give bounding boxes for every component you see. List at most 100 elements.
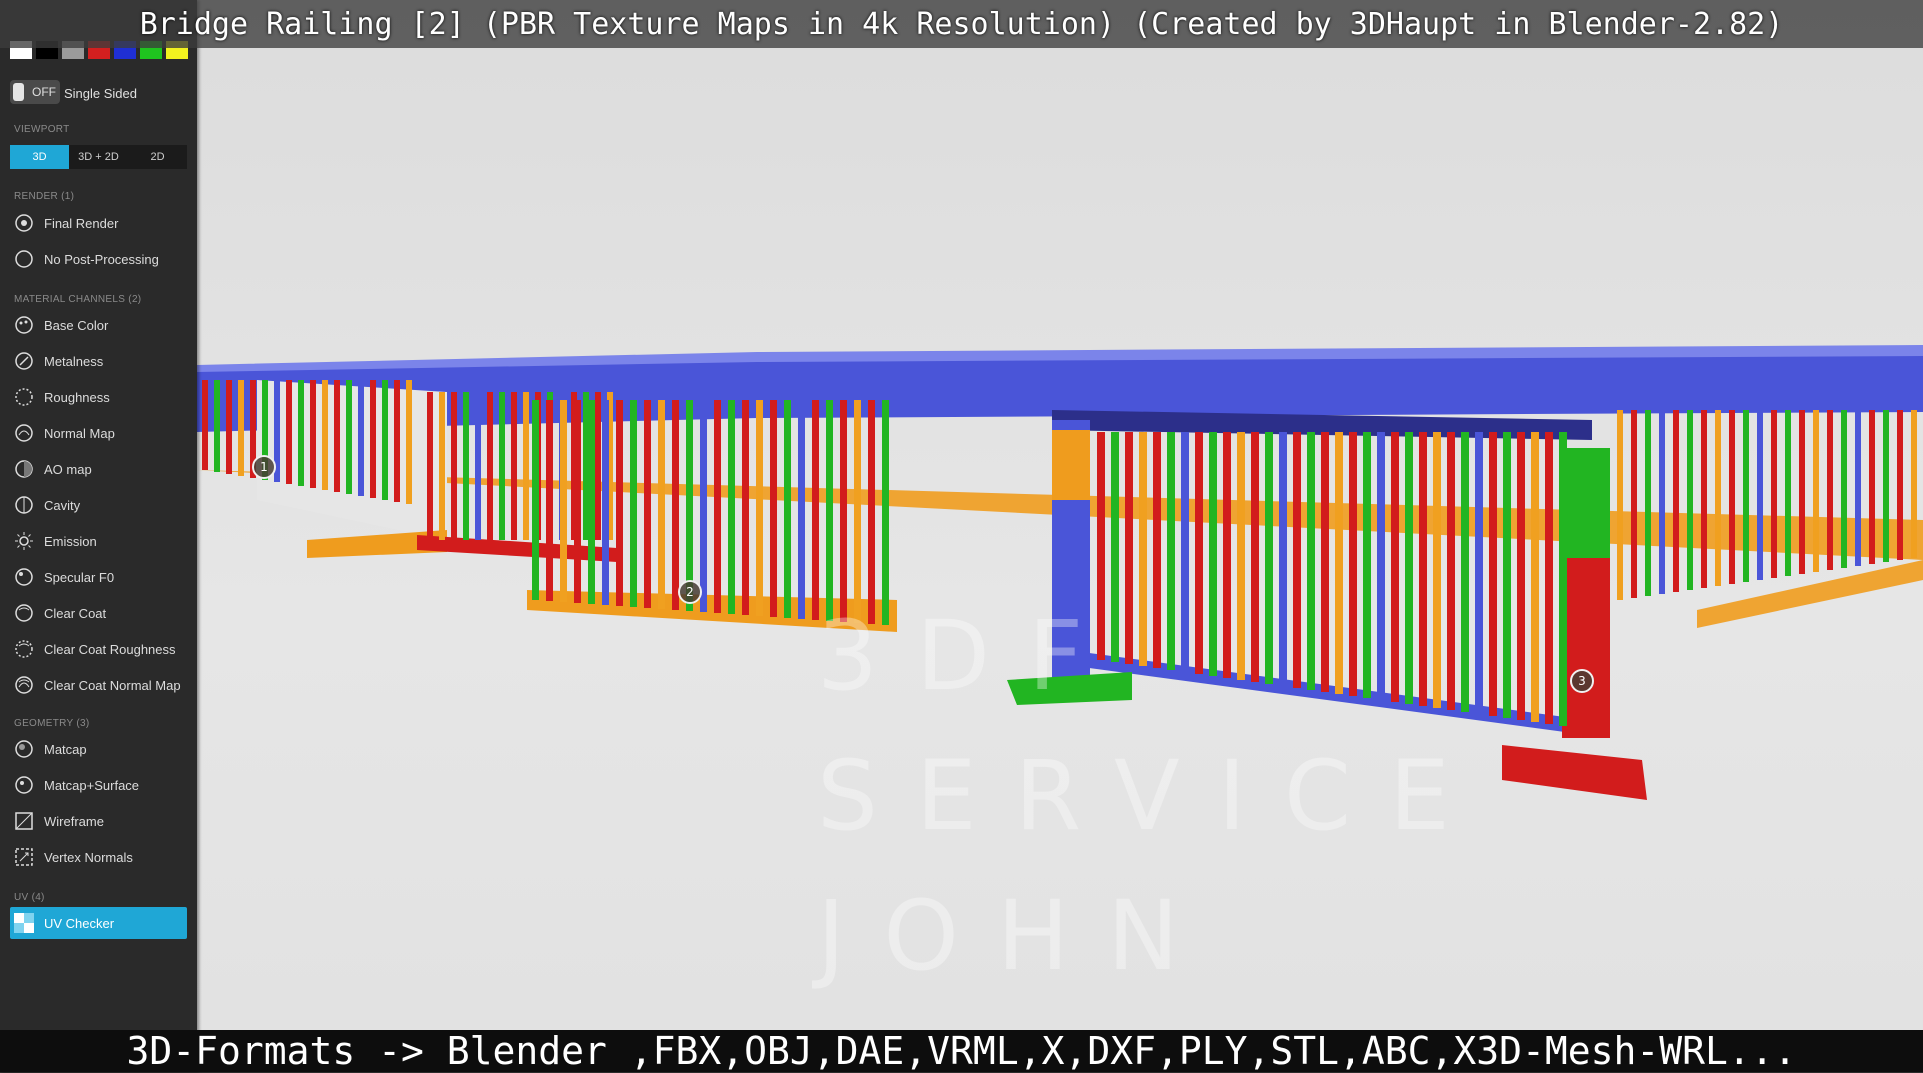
- watermark-line-1: 3DF: [817, 600, 1122, 712]
- railing-bar: [1617, 410, 1623, 600]
- wireframe-icon: [13, 810, 35, 832]
- railing-bar: [382, 380, 388, 500]
- railing-bar: [1251, 432, 1259, 682]
- single-sided-toggle[interactable]: OFF: [10, 80, 60, 104]
- render-final-render[interactable]: Final Render: [10, 209, 187, 237]
- vertex-normals-icon: [13, 846, 35, 868]
- railing-bar: [358, 380, 364, 496]
- material-clear-coat[interactable]: Clear Coat: [10, 599, 187, 627]
- viewport-3d-2d-button[interactable]: 3D + 2D: [69, 145, 128, 169]
- railing-bar: [1167, 432, 1175, 670]
- render-section-label: RENDER (1): [14, 191, 75, 202]
- palette-icon: [13, 314, 35, 336]
- railing-bar: [882, 400, 889, 625]
- watermark-line-3: JOHN: [817, 880, 1217, 992]
- annotation-hotspot-1[interactable]: 1: [252, 455, 276, 479]
- railing-bar: [346, 380, 352, 494]
- uv-checker[interactable]: UV Checker: [10, 907, 187, 939]
- railing-bar: [1729, 410, 1735, 584]
- video-title-caption: Bridge Railing [2] (PBR Texture Maps in …: [0, 0, 1923, 48]
- railing-bar: [1743, 410, 1749, 582]
- cavity-icon: [13, 494, 35, 516]
- material-base-color[interactable]: Base Color: [10, 311, 187, 339]
- railing-bar: [1209, 432, 1217, 676]
- annotation-hotspot-2[interactable]: 2: [678, 580, 702, 604]
- material-normal-map[interactable]: Normal Map: [10, 419, 187, 447]
- railing-bar: [1181, 432, 1189, 672]
- railing-bar: [1531, 432, 1539, 722]
- material-clear-coat-roughness[interactable]: Clear Coat Roughness: [10, 635, 187, 663]
- geometry-matcap[interactable]: Matcap: [10, 735, 187, 763]
- formats-caption-text: 3D-Formats -> Blender ,FBX,OBJ,DAE,VRML,…: [126, 1029, 1797, 1073]
- annotation-hotspot-3[interactable]: 3: [1570, 669, 1594, 693]
- geometry-matcap-surface[interactable]: Matcap+Surface: [10, 771, 187, 799]
- item-label: Normal Map: [44, 425, 115, 441]
- item-label: Clear Coat: [44, 605, 107, 621]
- normal-map-icon: [13, 422, 35, 444]
- viewport-mode-selector: 3D 3D + 2D 2D: [10, 145, 187, 169]
- railing-bar: [1125, 432, 1133, 664]
- railing-bar: [1545, 432, 1553, 724]
- material-metalness[interactable]: Metalness: [10, 347, 187, 375]
- geometry-wireframe[interactable]: Wireframe: [10, 807, 187, 835]
- railing-bar: [463, 392, 469, 540]
- railing-bar: [238, 380, 244, 476]
- ao-map-icon: [13, 458, 35, 480]
- item-label: Vertex Normals: [44, 849, 133, 865]
- geometry-vertex-normals[interactable]: Vertex Normals: [10, 843, 187, 871]
- railing-bar: [854, 400, 861, 623]
- railing-bar: [868, 400, 875, 624]
- railing-bar: [487, 392, 493, 540]
- railing-bar: [728, 400, 735, 614]
- item-label: Specular F0: [44, 569, 115, 585]
- railing-bar: [560, 400, 567, 602]
- railing-bar: [439, 392, 445, 540]
- material-roughness[interactable]: Roughness: [10, 383, 187, 411]
- material-clear-coat-normal-map[interactable]: Clear Coat Normal Map: [10, 671, 187, 699]
- material-emission[interactable]: Emission: [10, 527, 187, 555]
- model-inspector-panel: OFF Single Sided VIEWPORT 3D 3D + 2D 2D …: [0, 0, 197, 1072]
- railing-bar: [286, 380, 292, 484]
- item-label: UV Checker: [44, 915, 115, 931]
- railing-bar: [1645, 410, 1651, 596]
- railing-bar: [602, 400, 609, 605]
- single-sided-label: Single Sided: [64, 86, 137, 101]
- railing-bar: [1237, 432, 1245, 680]
- item-label: Wireframe: [44, 813, 104, 829]
- right-post-green: [1562, 448, 1610, 558]
- railing-bar: [1321, 432, 1329, 692]
- metal-icon: [13, 350, 35, 372]
- specular-icon: [13, 566, 35, 588]
- material-ao-map[interactable]: AO map: [10, 455, 187, 483]
- viewport-2d-button[interactable]: 2D: [128, 145, 187, 169]
- uv-section-label: UV (4): [14, 892, 45, 903]
- toggle-state: OFF: [32, 85, 56, 99]
- railing-bar: [1911, 410, 1917, 558]
- item-label: Clear Coat Normal Map: [44, 677, 181, 693]
- railing-bar: [798, 400, 805, 619]
- railing-bar: [1715, 410, 1721, 586]
- railing-bar: [1475, 432, 1483, 714]
- railing-bar: [1195, 432, 1203, 674]
- railing-bar: [1363, 432, 1371, 698]
- toggle-knob: [13, 83, 24, 101]
- viewport-3d-button[interactable]: 3D: [10, 145, 69, 169]
- railing-bar: [394, 380, 400, 502]
- railing-bar: [672, 400, 679, 610]
- railing-bar: [1279, 432, 1287, 686]
- railing-bar: [532, 400, 539, 600]
- item-label: Cavity: [44, 497, 81, 513]
- clear-coat-icon: [13, 602, 35, 624]
- left-post-orange: [1052, 430, 1090, 500]
- railing-bar: [1813, 410, 1819, 572]
- railing-bar: [370, 380, 376, 498]
- material-cavity[interactable]: Cavity: [10, 491, 187, 519]
- render-no-post-processing[interactable]: No Post-Processing: [10, 245, 187, 273]
- watermark-line-2: SERVICE: [817, 740, 1488, 852]
- railing-bar: [588, 400, 595, 604]
- railing-bar: [784, 400, 791, 618]
- material-specular-f0[interactable]: Specular F0: [10, 563, 187, 591]
- railing-bar: [1391, 432, 1399, 702]
- railing-bar: [475, 392, 481, 540]
- 3d-viewport[interactable]: 3DF SERVICE JOHN 1 2 3: [197, 0, 1923, 1030]
